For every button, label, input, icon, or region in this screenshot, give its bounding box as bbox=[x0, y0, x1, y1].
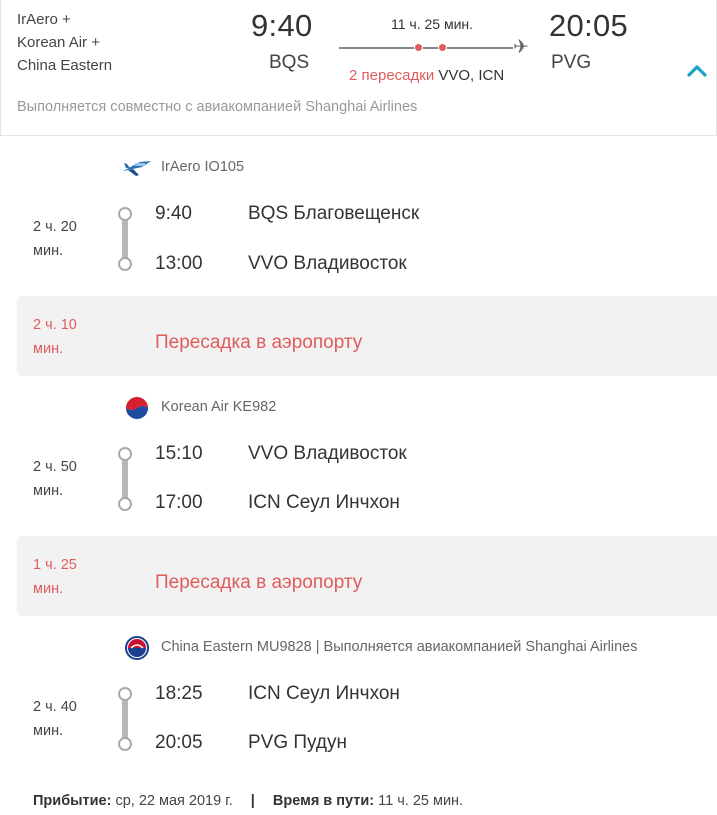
route-line bbox=[339, 47, 513, 49]
segment-arrival-time: 17:00 bbox=[155, 492, 203, 513]
total-duration: 11 ч. 25 мин. bbox=[390, 16, 474, 32]
segment-departure-place: ICN Сеул Инчхон bbox=[248, 683, 400, 704]
segment-departure-time: 18:25 bbox=[155, 683, 203, 704]
segment-duration: 2 ч. 20 мин. bbox=[33, 219, 77, 259]
segment-arrival-place: PVG Пудун bbox=[248, 732, 348, 753]
stop-dot bbox=[438, 43, 447, 52]
departure-node bbox=[118, 447, 132, 461]
stops-info: 2 пересадки VVO, ICN bbox=[349, 67, 504, 84]
travel-time-label: Время в пути: bbox=[272, 793, 375, 809]
flight-number: China Eastern MU9828 | Выполняется авиак… bbox=[161, 639, 638, 655]
departure-code: BQS bbox=[269, 52, 310, 73]
trip-footer: Прибытие: ср, 22 мая 2019 г. | Время в п… bbox=[33, 793, 463, 809]
korean-air-logo bbox=[122, 396, 152, 420]
codeshare-note: Выполняется совместно с авиакомпанией Sh… bbox=[17, 99, 418, 115]
arrival-code: PVG bbox=[551, 52, 592, 73]
airlines-list: IrAero + Korean Air + China Eastern bbox=[17, 8, 112, 77]
airline-name: IrAero + bbox=[17, 11, 71, 28]
flight-summary-header[interactable]: IrAero + Korean Air + China Eastern 9:40… bbox=[0, 0, 717, 136]
transfer-duration: 2 ч. 10 мин. bbox=[33, 317, 77, 357]
arrival-node bbox=[118, 497, 132, 511]
footer-separator: | bbox=[250, 793, 255, 809]
arrival-date: ср, 22 мая 2019 г. bbox=[115, 793, 233, 809]
arrival-node bbox=[118, 737, 132, 751]
transfer-duration: 1 ч. 25 мин. bbox=[33, 557, 77, 597]
airline-name: China Eastern bbox=[17, 57, 113, 74]
departure-node bbox=[118, 207, 132, 221]
segment-duration: 2 ч. 50 мин. bbox=[33, 459, 77, 499]
flight-number: Korean Air KE982 bbox=[161, 399, 277, 415]
plane-icon: ✈ bbox=[513, 37, 529, 58]
segment-arrival-place: VVO Владивосток bbox=[248, 253, 407, 274]
transfer-block: 1 ч. 25 мин. Пересадка в аэропорту bbox=[17, 536, 717, 616]
segment-arrival-time: 13:00 bbox=[155, 253, 203, 274]
chevron-up-icon[interactable] bbox=[684, 58, 710, 84]
transfer-label: Пересадка в аэропорту bbox=[155, 572, 363, 593]
segment-departure-time: 15:10 bbox=[155, 443, 203, 464]
airline-name: Korean Air + bbox=[17, 34, 100, 51]
segment-arrival-time: 20:05 bbox=[155, 732, 203, 753]
departure-time: 9:40 bbox=[251, 8, 313, 43]
stops-airports: VVO, ICN bbox=[438, 67, 505, 84]
segment-arrival-place: ICN Сеул Инчхон bbox=[248, 492, 400, 513]
segment-departure-time: 9:40 bbox=[155, 203, 192, 224]
transfer-block: 2 ч. 10 мин. Пересадка в аэропорту bbox=[17, 296, 717, 376]
flight-number: IrAero IO105 bbox=[161, 159, 245, 175]
departure-node bbox=[118, 687, 132, 701]
arrival-label: Прибытие: bbox=[33, 793, 112, 809]
arrival-time: 20:05 bbox=[549, 8, 629, 43]
stops-count: 2 пересадки bbox=[349, 67, 435, 84]
stop-dot bbox=[414, 43, 423, 52]
segment-departure-place: BQS Благовещенск bbox=[248, 203, 420, 224]
iraero-logo bbox=[122, 156, 152, 180]
travel-time-value: 11 ч. 25 мин. bbox=[378, 793, 464, 809]
arrival-node bbox=[118, 257, 132, 271]
china-eastern-logo bbox=[122, 636, 152, 660]
segment-duration: 2 ч. 40 мин. bbox=[33, 699, 77, 739]
transfer-label: Пересадка в аэропорту bbox=[155, 332, 363, 353]
segment-departure-place: VVO Владивосток bbox=[248, 443, 407, 464]
